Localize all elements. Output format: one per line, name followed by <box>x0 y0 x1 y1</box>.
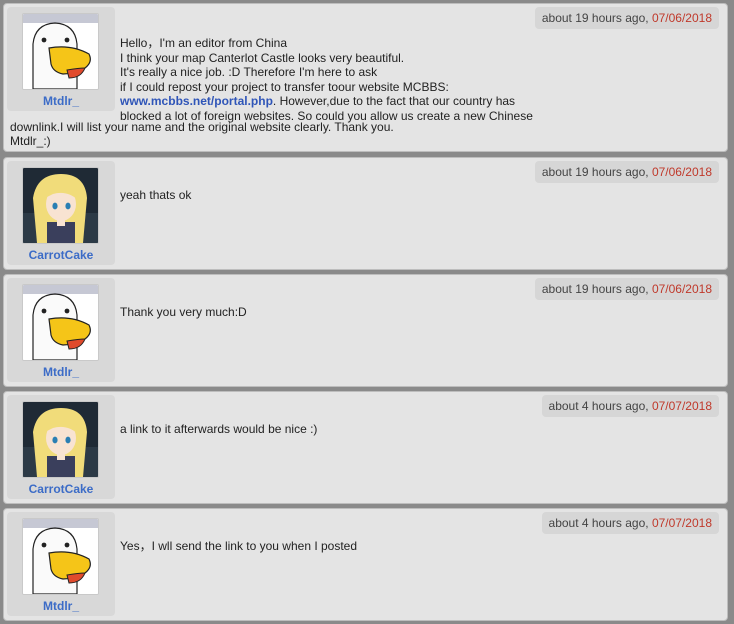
anime-girl-icon <box>23 168 98 243</box>
post-date: 07/07/2018 <box>651 516 712 530</box>
message-body: a link to it afterwards would be nice :) <box>120 422 318 436</box>
timestamp: about 19 hours ago, 07/06/2018 <box>534 7 719 29</box>
user-card: CarrotCake <box>7 395 115 499</box>
message-line: if I could repost your project to transf… <box>120 79 449 94</box>
message-line: Hello，I'm an editor from China <box>120 36 288 50</box>
timestamp: about 19 hours ago, 07/06/2018 <box>534 278 719 300</box>
goose-icon <box>23 285 98 360</box>
message-body: Yes，I wll send the link to you when I po… <box>120 539 358 553</box>
timestamp: about 4 hours ago, 07/07/2018 <box>541 395 719 417</box>
message-line: Mtdlr_:) <box>10 134 51 148</box>
relative-time: about 19 hours ago, <box>541 11 652 25</box>
goose-icon <box>23 14 98 89</box>
message-body: Thank you very much:D <box>120 305 247 319</box>
post-date: 07/06/2018 <box>651 165 712 179</box>
message-thread: Mtdlr_ about 19 hours ago, 07/06/2018 He… <box>0 0 734 624</box>
username[interactable]: CarrotCake <box>7 248 115 262</box>
goose-avatar[interactable] <box>22 13 99 90</box>
message-item: CarrotCake about 4 hours ago, 07/07/2018… <box>3 391 728 504</box>
message-line: . However,due to the fact that our count… <box>272 94 516 108</box>
message-body: yeah thats ok <box>120 188 192 202</box>
message-item: Mtdlr_ about 19 hours ago, 07/06/2018 He… <box>3 3 728 152</box>
post-date: 07/06/2018 <box>651 282 712 296</box>
post-date: 07/07/2018 <box>651 399 712 413</box>
message-item: Mtdlr_ about 19 hours ago, 07/06/2018 Th… <box>3 274 728 387</box>
user-card: Mtdlr_ <box>7 278 115 382</box>
username[interactable]: CarrotCake <box>7 482 115 496</box>
user-card: CarrotCake <box>7 161 115 265</box>
message-line: It's really a nice job. :D Therefore I'm… <box>120 65 378 79</box>
username[interactable]: Mtdlr_ <box>7 365 115 379</box>
goose-avatar[interactable] <box>22 284 99 361</box>
relative-time: about 4 hours ago, <box>548 516 652 530</box>
message-line: I think your map Canterlot Castle looks … <box>120 50 405 65</box>
user-card: Mtdlr_ <box>7 512 115 616</box>
timestamp: about 19 hours ago, 07/06/2018 <box>534 161 719 183</box>
anime-girl-avatar[interactable] <box>22 401 99 478</box>
relative-time: about 4 hours ago, <box>548 399 652 413</box>
username[interactable]: Mtdlr_ <box>7 599 115 613</box>
goose-avatar[interactable] <box>22 518 99 595</box>
relative-time: about 19 hours ago, <box>541 282 652 296</box>
timestamp: about 4 hours ago, 07/07/2018 <box>541 512 719 534</box>
goose-icon <box>23 519 98 594</box>
user-card: Mtdlr_ <box>7 7 115 111</box>
anime-girl-icon <box>23 402 98 477</box>
message-item: CarrotCake about 19 hours ago, 07/06/201… <box>3 157 728 270</box>
username[interactable]: Mtdlr_ <box>7 94 115 108</box>
message-line: downlink.I will list your name and the o… <box>10 120 394 134</box>
post-date: 07/06/2018 <box>651 11 712 25</box>
message-item: Mtdlr_ about 4 hours ago, 07/07/2018 Yes… <box>3 508 728 621</box>
relative-time: about 19 hours ago, <box>541 165 652 179</box>
website-link[interactable]: www.mcbbs.net/portal.php <box>120 94 273 108</box>
anime-girl-avatar[interactable] <box>22 167 99 244</box>
message-body: Hello，I'm an editor from China I think y… <box>120 36 640 123</box>
